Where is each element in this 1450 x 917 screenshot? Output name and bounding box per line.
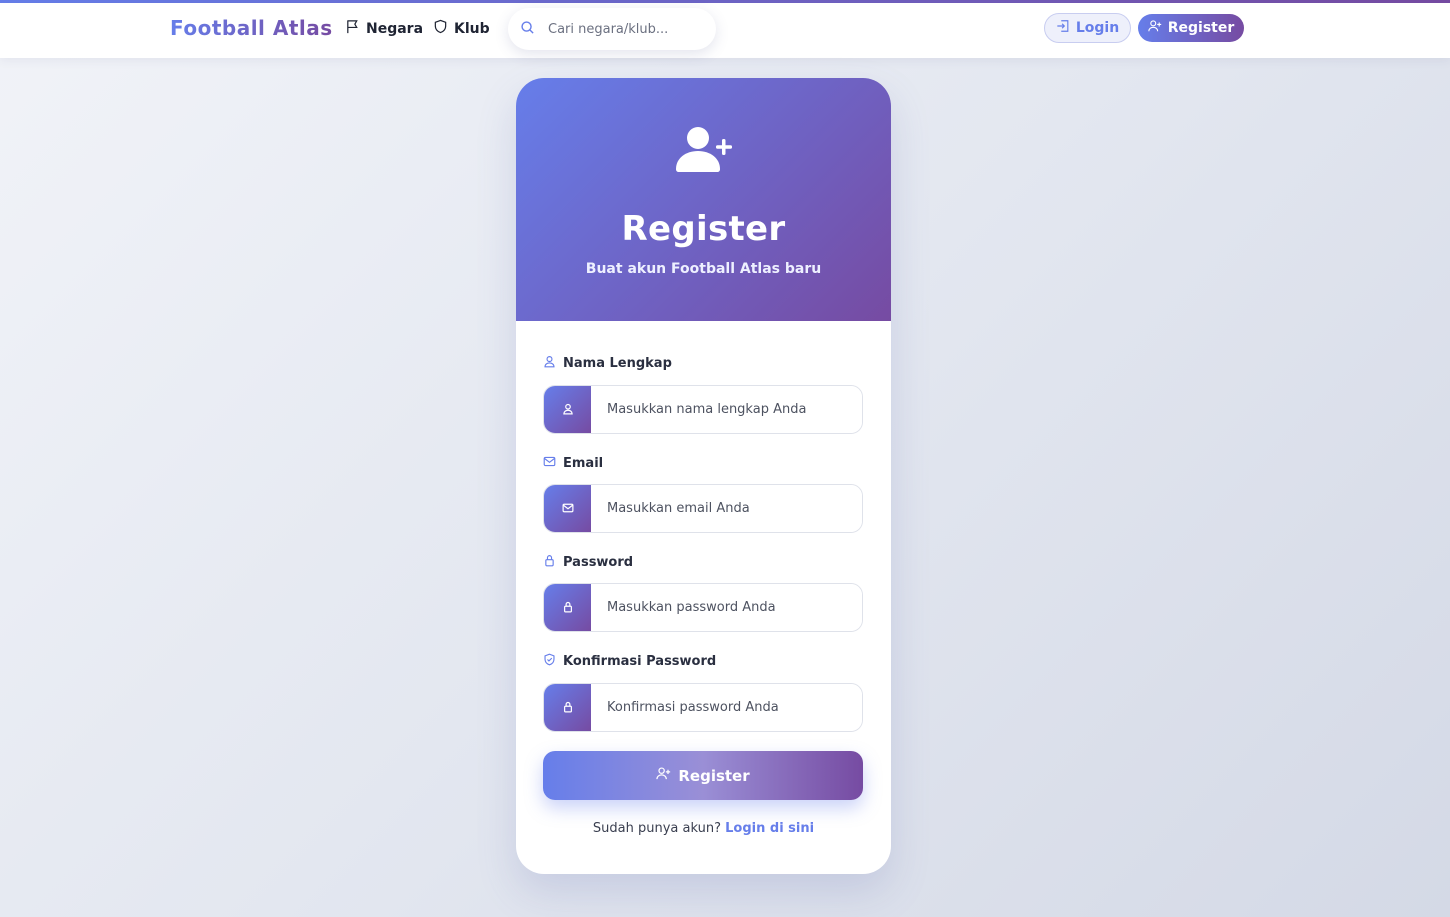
user-icon <box>543 355 556 372</box>
user-plus-icon <box>656 766 671 785</box>
user-plus-icon <box>673 125 735 173</box>
login-icon <box>1056 19 1070 37</box>
confirm-password-field[interactable] <box>591 684 862 731</box>
register-nav-button[interactable]: Register <box>1138 14 1244 42</box>
login-link[interactable]: Login di sini <box>725 821 814 836</box>
input-addon <box>544 485 591 532</box>
field-label-text: Password <box>563 555 634 570</box>
field-label-text: Email <box>563 456 604 471</box>
full-name-input[interactable] <box>591 386 862 433</box>
shield-icon <box>433 19 448 38</box>
user-plus-icon <box>1148 19 1162 37</box>
login-button[interactable]: Login <box>1044 13 1131 43</box>
field-label-password: Password <box>543 554 633 571</box>
confirm-password-input-group <box>543 683 863 732</box>
card-header: Register Buat akun Football Atlas baru <box>516 78 891 321</box>
email-input-group <box>543 484 863 533</box>
input-addon <box>544 584 591 631</box>
field-label-confirm-password: Konfirmasi Password <box>543 653 716 670</box>
login-prompt: Sudah punya akun? Login di sini <box>516 821 891 836</box>
nav-link-negara[interactable]: Negara <box>345 19 423 38</box>
envelope-icon <box>543 455 556 472</box>
field-label-text: Nama Lengkap <box>563 356 672 371</box>
login-button-label: Login <box>1075 20 1120 36</box>
login-prompt-text: Sudah punya akun? <box>592 821 721 836</box>
search-box[interactable] <box>508 8 716 50</box>
submit-label: Register <box>678 766 750 785</box>
field-label-text: Konfirmasi Password <box>563 654 717 669</box>
navbar: Football Atlas Negara Klub Login Registe… <box>0 3 1450 58</box>
email-field[interactable] <box>591 485 862 532</box>
password-field[interactable] <box>591 584 862 631</box>
user-icon <box>562 400 574 419</box>
name-input-group <box>543 385 863 434</box>
nav-link-label: Klub <box>454 20 490 37</box>
page-subtitle: Buat akun Football Atlas baru <box>585 261 822 277</box>
flag-icon <box>345 19 360 38</box>
register-nav-label: Register <box>1167 20 1235 36</box>
envelope-icon <box>562 499 574 518</box>
nav-link-klub[interactable]: Klub <box>433 19 490 38</box>
register-submit-button[interactable]: Register <box>543 751 863 800</box>
register-card: Register Buat akun Football Atlas baru N… <box>516 78 891 874</box>
nav-link-label: Negara <box>366 20 424 37</box>
search-input[interactable] <box>548 21 708 37</box>
lock-icon <box>543 554 556 571</box>
lock-icon <box>562 698 574 717</box>
lock-icon <box>562 598 574 617</box>
input-addon <box>544 386 591 433</box>
password-input-group <box>543 583 863 632</box>
brand-logo[interactable]: Football Atlas <box>170 16 333 40</box>
field-label-name: Nama Lengkap <box>543 355 672 372</box>
search-icon <box>520 20 535 39</box>
shield-check-icon <box>543 653 556 670</box>
page-title: Register <box>621 209 786 249</box>
input-addon <box>544 684 591 731</box>
field-label-email: Email <box>543 455 603 472</box>
